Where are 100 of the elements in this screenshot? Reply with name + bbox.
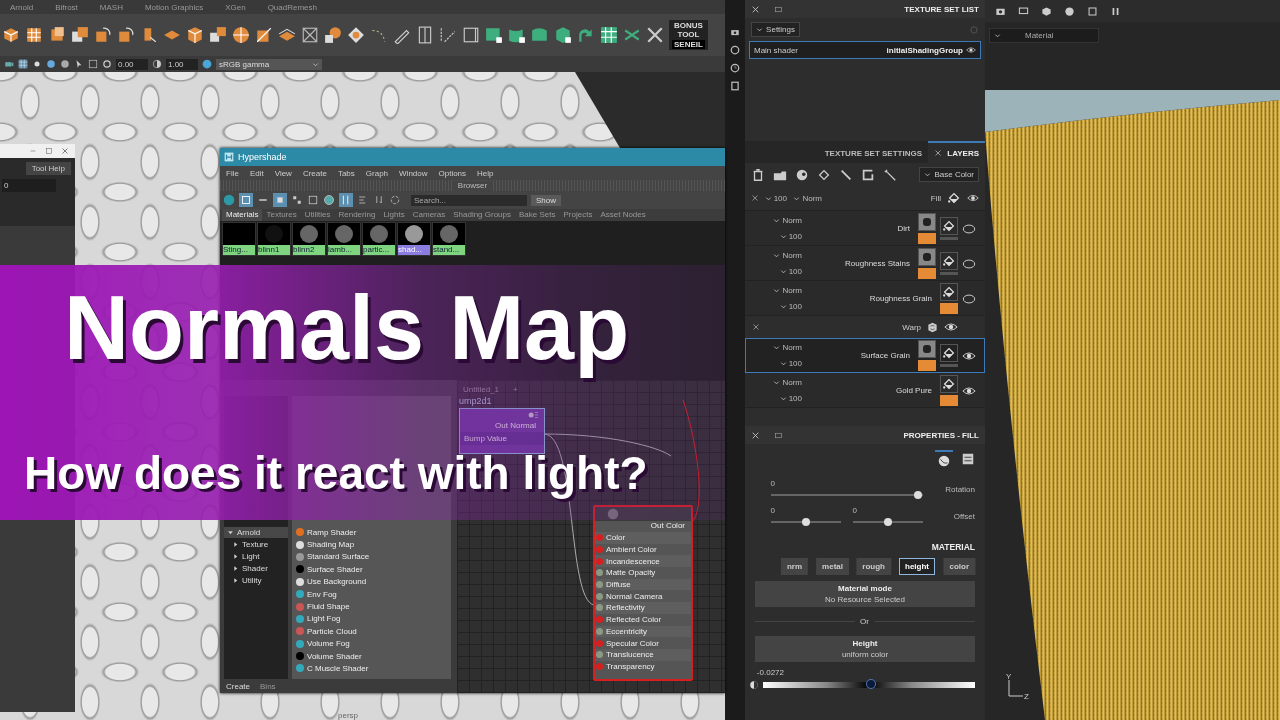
cross-icon[interactable] — [646, 26, 664, 44]
opacity-dropdown[interactable]: 100 — [752, 359, 802, 368]
monitor-icon[interactable] — [1018, 5, 1029, 17]
grid-icon[interactable] — [600, 26, 618, 44]
tool-help-button[interactable]: Tool Help — [25, 162, 71, 175]
menu-item[interactable]: File — [226, 168, 239, 178]
sphere-icon[interactable] — [323, 194, 335, 206]
frame-icon[interactable] — [416, 26, 434, 44]
material-swatch[interactable]: blinn2 — [292, 222, 326, 256]
close-icon[interactable] — [61, 147, 69, 155]
trash-icon[interactable] — [751, 167, 765, 182]
input-port[interactable] — [596, 627, 603, 635]
blend-mode-dropdown[interactable]: Norm — [752, 286, 802, 295]
expand-arrow-icon[interactable] — [227, 529, 234, 536]
node-type-item[interactable]: C Muscle Shader — [307, 664, 369, 673]
menu-item[interactable]: Tabs — [337, 168, 355, 178]
grid-icon[interactable] — [291, 194, 303, 206]
mask-thumbnail[interactable] — [918, 213, 936, 244]
rotate-icon[interactable] — [117, 26, 135, 44]
node-type-item[interactable]: Volume Shader — [307, 651, 362, 661]
sphere-icon[interactable] — [1064, 5, 1075, 17]
slider-handle[interactable] — [866, 679, 877, 689]
cube-icon[interactable] — [1041, 5, 1052, 17]
cube-icon[interactable] — [186, 26, 204, 44]
eye-icon[interactable] — [967, 192, 979, 204]
input-port[interactable] — [596, 546, 603, 554]
channel-button[interactable]: color — [943, 558, 975, 575]
grid-icon[interactable] — [209, 26, 227, 44]
pause-icon[interactable] — [1110, 5, 1121, 17]
layer-row[interactable]: Roughness Grain Norm 100 — [745, 281, 985, 316]
input-port[interactable] — [596, 616, 603, 624]
material-swatch[interactable]: partic... — [362, 222, 396, 256]
close-icon[interactable] — [751, 194, 759, 202]
slider-handle[interactable] — [884, 518, 892, 526]
paint-bucket-icon[interactable] — [817, 167, 831, 182]
arrow-icon[interactable] — [577, 26, 595, 44]
shelf-tab[interactable]: QuadRemesh — [267, 2, 317, 12]
cube-icon[interactable] — [48, 26, 66, 44]
panel-tab[interactable]: Create — [226, 681, 250, 691]
cube-icon[interactable] — [2, 26, 20, 44]
pen-icon[interactable] — [439, 26, 457, 44]
frame-icon[interactable] — [88, 59, 98, 69]
frame-icon[interactable] — [301, 26, 319, 44]
material-swatch[interactable]: blinn1 — [257, 222, 291, 256]
channel-button[interactable]: rough — [856, 558, 892, 575]
height-source-button[interactable]: Height uniform color — [755, 636, 975, 662]
opacity-dropdown[interactable]: 100 — [752, 267, 802, 276]
menu-item[interactable]: Graph — [365, 168, 389, 178]
node-type-item[interactable]: Shading Map — [307, 540, 355, 550]
material-swatch[interactable]: lamb... — [327, 222, 361, 256]
eye-outline-icon[interactable] — [962, 256, 976, 271]
browser-tab[interactable]: Cameras — [408, 209, 450, 221]
menu-item[interactable]: Window — [399, 168, 428, 178]
browser-tab[interactable]: Rendering — [334, 209, 380, 221]
value-field[interactable]: 0 — [2, 179, 56, 192]
node-type-item[interactable]: Light Fog — [307, 614, 341, 624]
blend-mode-dropdown[interactable]: Norm — [793, 193, 822, 203]
input-port[interactable] — [596, 592, 603, 600]
eye-outline-icon[interactable] — [962, 221, 976, 236]
cube-icon[interactable] — [255, 26, 273, 44]
node-type-item[interactable]: Volume Fog — [307, 639, 350, 649]
layer-row[interactable]: Dirt Norm 100 — [745, 211, 985, 246]
grid-icon[interactable] — [25, 26, 43, 44]
layer-row[interactable]: Gold Pure Norm 100 — [745, 373, 985, 408]
camera-icon[interactable] — [4, 59, 14, 69]
diamond-icon[interactable] — [347, 26, 365, 44]
node-type-item[interactable]: Standard Surface — [307, 552, 370, 562]
blend-mode-dropdown[interactable]: Norm — [752, 216, 802, 225]
browser-tab[interactable]: Utilities — [300, 209, 335, 221]
settings-dropdown[interactable]: Settings — [751, 22, 800, 37]
close-icon[interactable] — [934, 149, 943, 157]
frame-icon[interactable] — [307, 194, 319, 206]
dock-icon[interactable] — [774, 4, 783, 14]
tree-item[interactable]: Shader — [242, 564, 268, 573]
browser-tab[interactable]: Bake Sets — [515, 209, 560, 221]
browser-tab[interactable]: Materials — [222, 209, 263, 221]
channel-dropdown[interactable]: Base Color — [919, 167, 979, 182]
dock-icon[interactable] — [774, 430, 783, 440]
shelf-tab[interactable]: Motion Graphics — [144, 2, 204, 12]
blend-mode-dropdown[interactable]: Norm — [752, 343, 802, 352]
sort-icon[interactable] — [339, 193, 353, 207]
node-type-item[interactable]: Env Fog — [307, 589, 337, 599]
slider-handle[interactable] — [802, 518, 810, 526]
close-icon[interactable] — [752, 323, 760, 331]
sort-icon[interactable] — [373, 194, 385, 206]
input-port[interactable] — [596, 581, 603, 589]
tree-item[interactable]: Utility — [242, 576, 262, 585]
material-swatch[interactable]: stand... — [432, 222, 466, 256]
input-port[interactable] — [596, 604, 603, 612]
browser-tab[interactable]: Shading Groups — [449, 209, 516, 221]
input-port[interactable] — [596, 534, 603, 542]
shelf-tab[interactable]: Arnold — [10, 2, 34, 12]
brush-icon[interactable] — [839, 167, 853, 182]
display-mode-dropdown[interactable]: Material — [989, 28, 1099, 43]
shelf-tab[interactable]: Bifrost — [55, 2, 78, 12]
color-space-dropdown[interactable]: sRGB gamma — [216, 58, 322, 70]
browser-tab[interactable]: Projects — [559, 209, 597, 221]
input-port[interactable] — [596, 651, 603, 659]
panel-tab[interactable]: Bins — [260, 681, 276, 691]
node-menu-icon[interactable] — [526, 410, 540, 420]
